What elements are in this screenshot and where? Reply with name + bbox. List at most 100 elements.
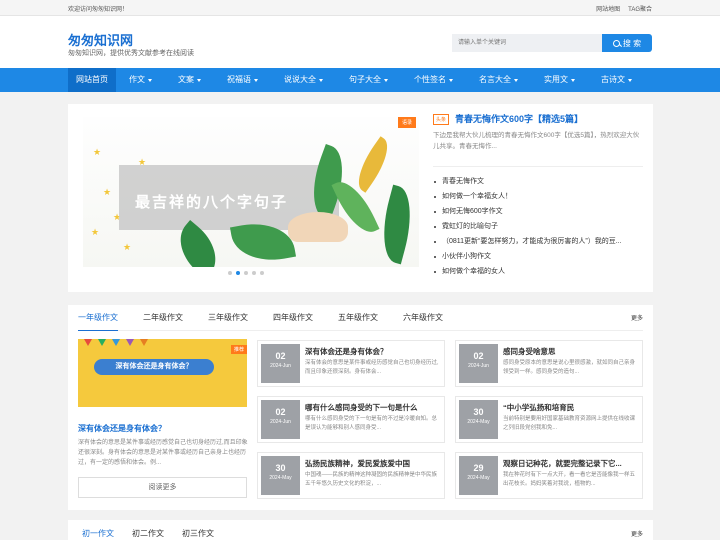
date-day: 02	[473, 351, 484, 361]
article-desc: 哪有什么感同身受的下一句是有的不过是冷暖自知。总是误认为能够和别人感同身受...	[305, 416, 438, 431]
nav-item[interactable]: 说说大全	[271, 68, 336, 92]
date-day: 30	[473, 407, 484, 417]
nav-item-label: 古诗文	[601, 75, 625, 84]
chevron-down-icon	[197, 78, 201, 82]
carousel-dot[interactable]	[244, 271, 248, 275]
date-month: 2024-May	[269, 475, 292, 481]
carousel-dot[interactable]	[260, 271, 264, 275]
tab-grade-8[interactable]: 初二作文	[132, 528, 164, 539]
main-nav: 网站首页 作文 文案 祝福语 说说大全 句子大全 个性签名 名言大全 实用文 古诗文	[0, 68, 720, 92]
tag-link[interactable]: TAG聚合	[628, 4, 652, 13]
carousel-dot[interactable]	[252, 271, 256, 275]
more-link[interactable]: 更多	[631, 313, 643, 322]
search-button[interactable]: 搜 索	[602, 34, 652, 52]
chevron-down-icon	[628, 78, 632, 82]
carousel-dot[interactable]	[228, 271, 232, 275]
article-title[interactable]: 弘扬民族精神，爱民爱族爱中国	[305, 458, 440, 469]
chevron-down-icon	[384, 78, 388, 82]
nav-item[interactable]: 句子大全	[336, 68, 401, 92]
article-card[interactable]: 30 2024-May 弘扬民族精神，爱民爱族爱中国 中国魂——民族的精神这种凝固的民…	[257, 452, 445, 499]
nav-item[interactable]: 实用文	[531, 68, 588, 92]
date-badge: 29 2024-May	[459, 456, 498, 495]
list-item[interactable]: 青春无悔作文	[433, 174, 643, 189]
article-card[interactable]: 29 2024-May 观察日记种花，就要完整记录下它... 我在种花时有下一点大开，…	[455, 452, 643, 499]
search-bar: 搜 索	[452, 34, 652, 52]
children-reading-illustration	[288, 212, 348, 242]
tab-grade-1[interactable]: 一年级作文	[78, 305, 118, 331]
date-badge: 02 2024-Jun	[261, 344, 300, 383]
search-input[interactable]	[452, 34, 602, 52]
flag-decoration	[84, 339, 92, 346]
middle-school-panel: 初一作文 初二作文 初三作文 更多	[68, 520, 653, 540]
site-slogan: 匆匆知识网，提供优秀文献参考在线阅读	[68, 50, 194, 57]
chevron-down-icon	[449, 78, 453, 82]
date-badge: 02 2024-Jun	[261, 400, 300, 439]
article-card[interactable]: 02 2024-Jun 感同身受啥意思 感同身受原本的意思是说心里很感激，就如同自己亲…	[455, 340, 643, 387]
nav-item[interactable]: 文案	[165, 68, 214, 92]
list-item[interactable]: 如何无悔600字作文	[433, 204, 643, 219]
tab-grade-7[interactable]: 初一作文	[82, 528, 114, 539]
read-more-button[interactable]: 阅读更多	[78, 477, 247, 498]
flag-decoration	[126, 339, 134, 346]
chevron-down-icon	[254, 78, 258, 82]
tab-grade-4[interactable]: 四年级作文	[273, 305, 313, 330]
date-day: 02	[275, 407, 286, 417]
nav-item[interactable]: 网站首页	[68, 68, 116, 92]
chevron-down-icon	[571, 78, 575, 82]
nav-item[interactable]: 名言大全	[466, 68, 531, 92]
list-item[interactable]: 如何做个幸福的女人	[433, 264, 643, 279]
feature-title[interactable]: 深有体会还是身有体会？	[78, 423, 166, 434]
article-desc: 深有体会的意思是某件事或经历感觉自己也切身经历过,而且印象还很深刻。身有体会..…	[305, 360, 439, 375]
nav-item[interactable]: 祝福语	[214, 68, 271, 92]
nav-item-label: 实用文	[544, 75, 568, 84]
date-day: 29	[473, 463, 484, 473]
carousel-dot-active[interactable]	[236, 271, 240, 275]
star-icon: ★	[123, 242, 132, 252]
site-logo[interactable]: 匆匆知识网	[68, 30, 133, 49]
nav-item-label: 说说大全	[284, 75, 316, 84]
star-icon: ★	[91, 227, 100, 237]
sitemap-link[interactable]: 网站地图	[596, 4, 620, 13]
article-title[interactable]: 哪有什么感同身受的下一句是什么	[305, 402, 440, 413]
star-icon: ★	[93, 147, 102, 157]
leaf-shape	[349, 136, 397, 193]
date-month: 2024-Jun	[468, 363, 489, 369]
article-title[interactable]: 深有体会还是身有体会？	[305, 346, 440, 357]
article-title[interactable]: 感同身受啥意思	[503, 346, 638, 357]
date-day: 30	[275, 463, 286, 473]
list-item[interactable]: 霓虹灯的比喻句子	[433, 219, 643, 234]
tab-grade-2[interactable]: 二年级作文	[143, 305, 183, 330]
nav-item[interactable]: 作文	[116, 68, 165, 92]
recommend-badge: 推荐	[230, 345, 247, 354]
nav-item[interactable]: 个性签名	[401, 68, 466, 92]
tab-grade-9[interactable]: 初三作文	[182, 528, 214, 539]
banner-tag: 语录	[398, 117, 417, 128]
search-button-label: 搜 索	[622, 38, 642, 48]
leaf-shape	[373, 184, 419, 265]
more-link[interactable]: 更多	[631, 529, 643, 538]
tab-grade-6[interactable]: 六年级作文	[403, 305, 443, 330]
date-month: 2024-May	[467, 419, 490, 425]
list-item[interactable]: （0811更新“要怎样努力，才能成为很厉害的人”）我的豆...	[433, 234, 643, 249]
hero-banner[interactable]: ★ ★ ★ ★ ★ ★ 最吉祥的八个字句子	[83, 117, 419, 267]
list-item[interactable]: 小伙伴小狗作文	[433, 249, 643, 264]
headline-desc: 下边是我帮大伙儿梳理的青春无悔作文600字【优选5篇】，热烈欢迎大伙儿共享。青春…	[433, 132, 640, 150]
headline-title[interactable]: 青春无悔作文600字【精选5篇】	[433, 112, 583, 125]
article-card[interactable]: 02 2024-Jun 哪有什么感同身受的下一句是什么哪有什么感同身受的下一句是有的…	[257, 396, 445, 443]
article-card[interactable]: 02 2024-Jun 深有体会还是身有体会？ 深有体会的意思是某件事或经历感觉自己也…	[257, 340, 445, 387]
article-title[interactable]: 观察日记种花，就要完整记录下它...	[503, 458, 638, 469]
tab-grade-3[interactable]: 三年级作文	[208, 305, 248, 330]
date-badge: 30 2024-May	[459, 400, 498, 439]
feature-image[interactable]: 深有体会还是身有体会？ 推荐	[78, 339, 247, 407]
tab-grade-5[interactable]: 五年级作文	[338, 305, 378, 330]
article-desc: 我在种花时有下一点大开，看一看它是否能像我一样五出花枝长。妈妈笑着对我说，植物的…	[503, 472, 636, 487]
article-card[interactable]: 30 2024-May “中小学弘扬和培育民 当前特别是要用好国家基础教育资源网上提供…	[455, 396, 643, 443]
date-day: 02	[275, 351, 286, 361]
flag-decoration	[112, 339, 120, 346]
article-title[interactable]: “中小学弘扬和培育民	[503, 402, 638, 413]
feature-desc: 深有体会的意思是某件事或经历感觉自己也切身经历过,而且印象还很深刻。身有体会的意…	[78, 440, 248, 466]
list-item[interactable]: 如何做一个幸福女人！	[433, 189, 643, 204]
top-links: 网站地图 TAG聚合	[596, 4, 652, 13]
nav-item-label: 祝福语	[227, 75, 251, 84]
nav-item[interactable]: 古诗文	[588, 68, 645, 92]
